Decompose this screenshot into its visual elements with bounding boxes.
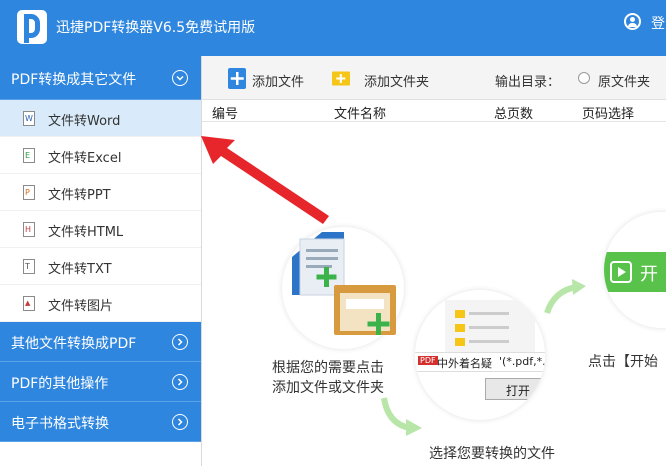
sidebar-item-ppt[interactable]: P 文件转PPT [0,174,201,211]
add-file-icon [228,68,246,89]
chevron-down-icon [172,70,188,86]
chevron-right-icon [172,334,188,350]
column-header-number: 编号 [212,107,239,122]
sidebar-group-pdf-other-ops[interactable]: PDF的其他操作 [0,362,201,402]
step3-text: 点击【开始 [588,354,658,370]
chevron-right-icon [172,374,188,390]
green-arrow-icon [544,279,586,315]
word-file-icon: W [23,111,35,126]
add-folder-button[interactable]: 添加文件夹 [332,68,442,90]
sidebar: PDF转换成其它文件 W 文件转Word E 文件转Excel P 文件转PPT… [0,56,202,466]
file-list-preview [445,300,535,355]
step1-text-line2: 添加文件或文件夹 [272,380,384,396]
image-file-icon: ▲ [23,296,35,311]
pdf-badge: PDF [418,356,438,365]
add-files-illustration-icon [292,232,396,335]
add-file-button[interactable]: 添加文件 [228,68,314,90]
sidebar-item-word[interactable]: W 文件转Word [0,100,201,137]
output-original-folder-radio[interactable] [578,72,590,84]
sidebar-item-excel[interactable]: E 文件转Excel [0,137,201,174]
step2-text: 选择您要转换的文件 [429,446,555,462]
sidebar-group-ebook-convert[interactable]: 电子书格式转换 [0,402,201,442]
app-window: 迅捷PDF转换器V6.5免费试用版 登 PDF转换成其它文件 W 文件转Word… [0,0,666,466]
txt-file-icon: T [23,259,35,274]
step3-circle: 开 [604,212,666,328]
add-file-label: 添加文件 [252,75,305,90]
output-dir-label: 输出目录： [495,75,561,90]
file-table-header: 编号 文件名称 总页数 页码选择 [202,100,666,122]
main-toolbar: 添加文件 添加文件夹 输出目录： 原文件夹 [202,56,666,100]
add-folder-icon [332,71,350,86]
title-bar: 迅捷PDF转换器V6.5免费试用版 登 [0,0,666,56]
excel-file-icon: E [23,148,35,163]
step1-circle [282,227,404,349]
column-header-filename: 文件名称 [334,107,387,122]
sidebar-item-txt[interactable]: T 文件转TXT [0,248,201,285]
green-arrow-icon [381,397,422,436]
app-title: 迅捷PDF转换器V6.5免费试用版 [56,20,256,36]
dialog-file-name: 中外着名疑 [437,357,492,370]
login-link[interactable]: 登 [651,13,665,33]
sidebar-item-label: 文件转PPT [48,188,111,203]
html-file-icon: H [23,222,35,237]
sidebar-group-label: 电子书格式转换 [11,416,109,432]
start-convert-button[interactable]: 开 [604,252,666,292]
filename-row: PDF 中外着名疑 '(*.pdf,*. [415,352,545,372]
add-folder-label: 添加文件夹 [364,75,430,90]
sidebar-item-label: 文件转TXT [48,262,112,277]
step1-text-line1: 根据您的需要点击 [272,360,384,376]
sidebar-item-label: 文件转Excel [48,151,122,166]
sidebar-group-pdf-to-other[interactable]: PDF转换成其它文件 [0,56,201,100]
sidebar-group-label: PDF转换成其它文件 [11,72,137,88]
dialog-file-filter: '(*.pdf,*. [499,355,545,368]
sidebar-item-image[interactable]: ▲ 文件转图片 [0,285,201,322]
chevron-right-icon [172,414,188,430]
column-header-pages: 总页数 [494,107,534,122]
sidebar-item-html[interactable]: H 文件转HTML [0,211,201,248]
sidebar-group-other-to-pdf[interactable]: 其他文件转换成PDF [0,322,201,362]
ppt-file-icon: P [23,185,35,200]
user-icon[interactable] [624,13,641,30]
output-original-folder-label[interactable]: 原文件夹 [598,71,650,90]
sidebar-item-label: 文件转图片 [48,299,114,314]
sidebar-item-label: 文件转Word [48,114,121,129]
play-icon [610,261,632,283]
sidebar-item-label: 文件转HTML [48,225,124,240]
red-annotation-arrow-icon [201,136,329,224]
column-header-page-select: 页码选择 [582,107,635,122]
dialog-open-button[interactable]: 打开 [485,378,545,400]
app-logo-icon [17,10,47,44]
sidebar-group-label: PDF的其他操作 [11,376,109,392]
step2-circle: PDF 中外着名疑 '(*.pdf,*. 打开 [415,290,545,420]
sidebar-group-label: 其他文件转换成PDF [11,336,137,352]
